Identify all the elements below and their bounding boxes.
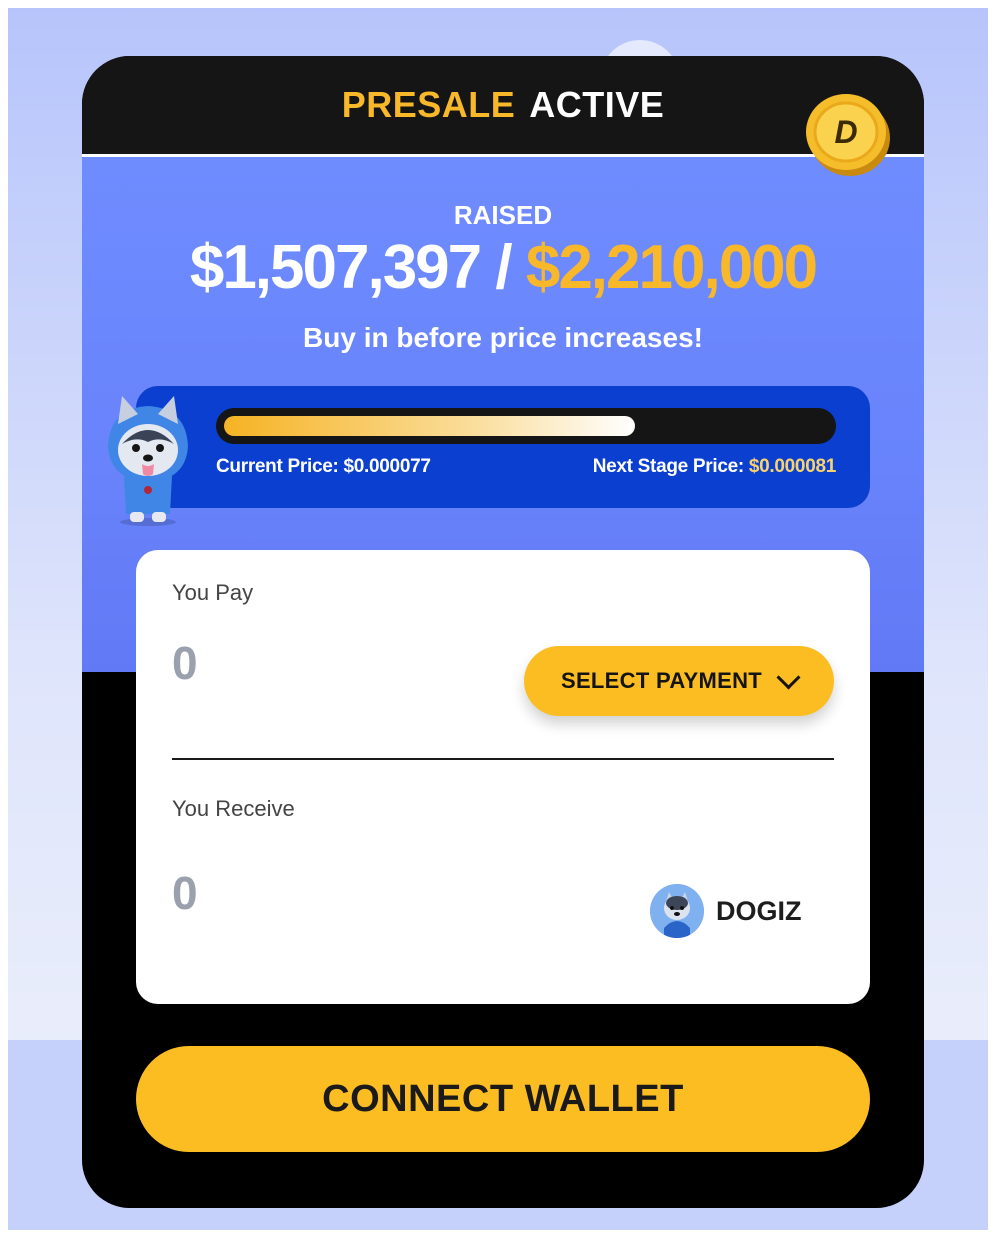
chevron-down-icon (776, 664, 801, 690)
price-progress-box: Current Price: $0.000077 Next Stage Pric… (136, 386, 870, 508)
select-payment-label: SELECT PAYMENT (560, 668, 762, 693)
current-price: Current Price: $0.000077 (216, 456, 431, 478)
active-word: ACTIVE (529, 84, 665, 125)
buy-before-increase-text: Buy in before price increases! (303, 322, 703, 353)
frame-bottom (0, 1230, 994, 1236)
next-price-value: $0.000081 (748, 456, 836, 477)
raised-amount: $1,507,397 / $2,210,000 (82, 232, 924, 303)
raised-goal: $2,210,000 (525, 233, 818, 302)
raised-separator: / (480, 233, 526, 302)
presale-progress-bar (216, 408, 836, 444)
frame-left (0, 0, 8, 1236)
presale-word: PRESALE (341, 84, 516, 125)
connect-wallet-button[interactable]: CONNECT WALLET (136, 1046, 870, 1152)
next-price-label: Next Stage Price: (592, 456, 744, 477)
presale-header: PRESALE ACTIVE (82, 56, 924, 154)
coin-letter: D (834, 114, 857, 150)
current-price-label: Current Price: (216, 456, 339, 477)
dogiz-avatar-art (650, 884, 704, 938)
husky-mascot-image (108, 396, 188, 526)
raised-current: $1,507,397 (189, 233, 482, 302)
swap-form: You Pay 0 SELECT PAYMENT You Receive 0 D… (136, 550, 870, 1004)
dogiz-coin-icon: D (806, 94, 890, 176)
raised-label: RAISED (453, 200, 553, 230)
you-receive-label: You Receive (172, 796, 295, 821)
current-price-value: $0.000077 (343, 456, 431, 477)
select-payment-button[interactable]: SELECT PAYMENT (524, 646, 834, 716)
frame-top (0, 0, 994, 8)
dogiz-token-icon (650, 884, 704, 938)
presale-progress-fill (224, 416, 635, 436)
form-divider (172, 758, 834, 760)
pay-amount-input[interactable]: 0 (172, 636, 198, 690)
price-row: Current Price: $0.000077 Next Stage Pric… (216, 456, 836, 478)
next-stage-price: Next Stage Price: $0.000081 (592, 456, 837, 478)
you-pay-label: You Pay (172, 580, 254, 605)
token-name: DOGIZ (716, 895, 802, 926)
receive-amount-input[interactable]: 0 (172, 866, 198, 920)
token-display: DOGIZ (650, 884, 802, 938)
frame-right (988, 0, 994, 1236)
connect-wallet-label: CONNECT WALLET (322, 1077, 684, 1120)
presale-widget: PRESALE ACTIVE RAISED $1,507,397 / $2,21… (82, 56, 924, 1208)
